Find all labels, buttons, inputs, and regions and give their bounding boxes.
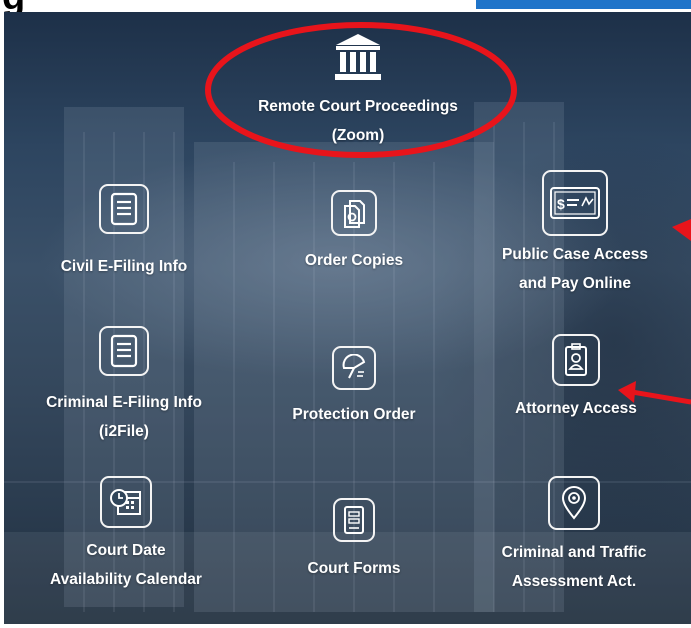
criminal-traffic-label: Criminal and Traffic Assessment Act. bbox=[501, 544, 647, 590]
court-date-calendar-label: Court Date Availability Calendar bbox=[50, 542, 202, 588]
location-pin-icon bbox=[548, 476, 600, 530]
criminal-traffic-assessment-tile[interactable]: Criminal and Traffic Assessment Act. bbox=[476, 476, 672, 596]
top-banner: g bbox=[0, 0, 691, 18]
red-arrow-annotation bbox=[672, 219, 691, 241]
court-date-calendar-tile[interactable]: Court Date Availability Calendar bbox=[42, 476, 210, 594]
order-copies-label: Order Copies bbox=[304, 252, 404, 269]
criminal-efiling-tile[interactable]: Criminal E-Filing Info (i2File) bbox=[40, 326, 208, 446]
document-icon bbox=[99, 326, 149, 376]
civil-efiling-tile[interactable]: Civil E-Filing Info bbox=[44, 184, 204, 280]
document-icon bbox=[99, 184, 149, 234]
blue-header-bar bbox=[476, 0, 691, 9]
public-case-label: Public Case Access and Pay Online bbox=[502, 246, 648, 292]
form-icon bbox=[333, 498, 375, 542]
umbrella-icon bbox=[332, 346, 376, 390]
court-forms-label: Court Forms bbox=[307, 560, 401, 577]
courthouse-icon bbox=[329, 28, 387, 86]
id-badge-icon bbox=[552, 334, 600, 386]
services-panel: Remote Court Proceedings (Zoom) Civil E-… bbox=[4, 12, 691, 624]
calendar-clock-icon bbox=[100, 476, 152, 528]
order-copies-tile[interactable]: Order Copies bbox=[274, 190, 434, 274]
remote-court-proceedings-tile[interactable]: Remote Court Proceedings (Zoom) bbox=[228, 28, 488, 150]
copies-icon bbox=[331, 190, 377, 236]
payment-card-icon: $ bbox=[542, 170, 608, 236]
protection-order-label: Protection Order bbox=[292, 406, 416, 423]
remote-court-label: Remote Court Proceedings (Zoom) bbox=[258, 98, 458, 144]
attorney-access-tile[interactable]: Attorney Access bbox=[486, 334, 666, 422]
public-case-access-tile[interactable]: $ Public Case Access and Pay Online bbox=[480, 170, 670, 298]
svg-text:$: $ bbox=[557, 196, 565, 212]
civil-efiling-label: Civil E-Filing Info bbox=[60, 258, 188, 275]
attorney-access-label: Attorney Access bbox=[515, 400, 637, 417]
court-forms-tile[interactable]: Court Forms bbox=[279, 498, 429, 582]
protection-order-tile[interactable]: Protection Order bbox=[269, 346, 439, 428]
criminal-efiling-label: Criminal E-Filing Info (i2File) bbox=[46, 394, 202, 440]
